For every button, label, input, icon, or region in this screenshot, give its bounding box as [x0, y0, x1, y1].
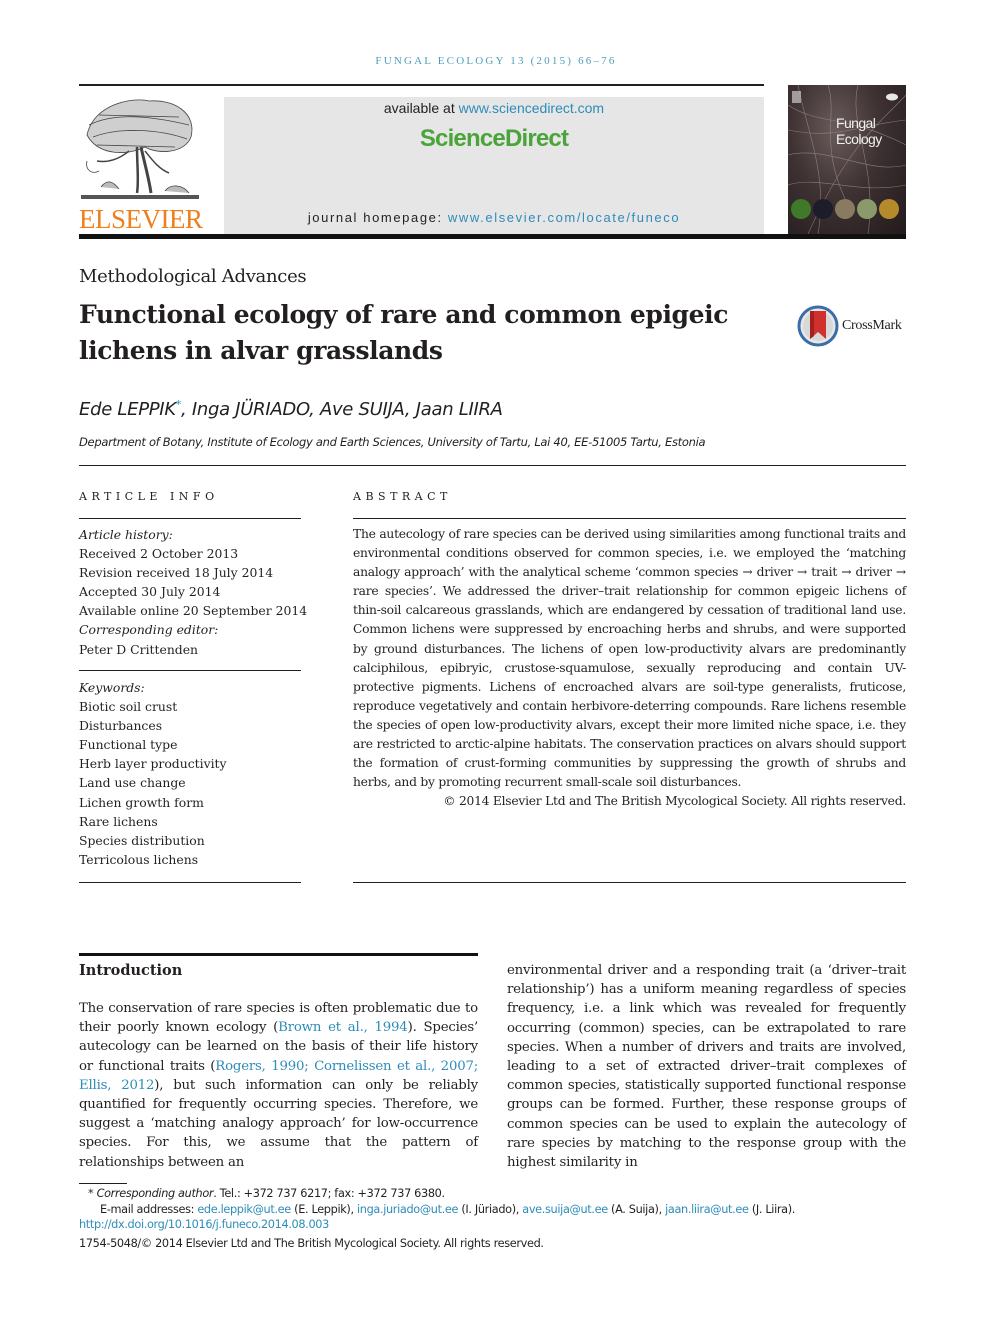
- received-date: Received 2 October 2013: [79, 546, 239, 562]
- sciencedirect-logo[interactable]: ScienceDirect: [224, 125, 764, 153]
- crossmark-icon: [797, 305, 839, 347]
- corresponding-author-label: Corresponding author: [96, 1187, 214, 1200]
- journal-homepage-line: journal homepage: www.elsevier.com/locat…: [224, 210, 764, 225]
- cover-hyphae-texture: [788, 85, 906, 234]
- journal-citation: FUNGAL ECOLOGY 13 (2015) 66–76: [375, 55, 617, 67]
- homepage-prefix: journal homepage:: [307, 210, 448, 225]
- article-info-rule: [79, 518, 301, 520]
- email-link[interactable]: inga.juriado@ut.ee: [357, 1203, 459, 1216]
- email-link[interactable]: ede.leppik@ut.ee: [197, 1203, 291, 1216]
- corresponding-author-note: * Corresponding author. Tel.: +372 737 6…: [79, 1186, 919, 1202]
- email-link[interactable]: ave.suija@ut.ee: [522, 1203, 608, 1216]
- abstract-heading: ABSTRACT: [353, 490, 452, 503]
- section-type: Methodological Advances: [79, 266, 307, 287]
- keywords-rule: [79, 670, 301, 672]
- crossmark-button[interactable]: CrossMark: [797, 305, 902, 347]
- title-line-2: lichens in alvar grasslands: [79, 336, 443, 365]
- introduction-heading: Introduction: [79, 962, 183, 979]
- email-owner: (J. Liira).: [748, 1202, 796, 1216]
- author[interactable]: Ede LEPPIK*: [79, 398, 181, 420]
- article-info-bottom-rule: [79, 882, 301, 884]
- editor-label: Corresponding editor:: [79, 622, 219, 638]
- elsevier-logo[interactable]: ELSEVIER: [79, 95, 203, 235]
- history-label: Article history:: [79, 527, 173, 542]
- revision-date: Revision received 18 July 2014: [79, 565, 274, 581]
- sciencedirect-link[interactable]: www.sciencedirect.com: [459, 100, 605, 116]
- author-separator: ,: [309, 399, 320, 420]
- footnote-rule: [79, 1183, 127, 1184]
- header-thick-rule: [79, 234, 906, 239]
- email-label: E-mail addresses:: [100, 1202, 198, 1216]
- keywords-label: Keywords:: [79, 680, 145, 695]
- author-name: Inga JÜRIADO: [191, 399, 310, 420]
- keyword: Terricolous lichens: [79, 851, 199, 867]
- author[interactable]: Inga JÜRIADO: [191, 399, 310, 420]
- author-list: Ede LEPPIK*, Inga JÜRIADO, Ave SUIJA, Ja…: [79, 398, 503, 420]
- article-history: Article history: Received 2 October 2013…: [79, 525, 309, 659]
- footnotes: * Corresponding author. Tel.: +372 737 6…: [79, 1186, 919, 1251]
- journal-homepage-link[interactable]: www.elsevier.com/locate/funeco: [448, 210, 680, 225]
- author-name: Jaan LIIRA: [415, 399, 503, 420]
- cover-title: Fungal Ecology: [836, 115, 882, 147]
- introduction-rule: [79, 953, 478, 956]
- introduction-right-column: environmental driver and a responding tr…: [507, 961, 906, 1172]
- author-name: Ede LEPPIK: [79, 399, 176, 420]
- crossmark-label: CrossMark: [842, 318, 902, 333]
- header-rule: [79, 84, 764, 86]
- keyword: Disturbances: [79, 718, 163, 734]
- email-addresses: E-mail addresses: ede.leppik@ut.ee (E. L…: [79, 1202, 919, 1218]
- introduction-left-column: The conservation of rare species is ofte…: [79, 999, 478, 1172]
- keyword: Lichen growth form: [79, 794, 204, 810]
- keyword: Herb layer productivity: [79, 756, 227, 772]
- contact-numbers: . Tel.: +372 737 6217; fax: +372 737 638…: [213, 1187, 445, 1200]
- editor-name: Peter D Crittenden: [79, 641, 199, 657]
- keywords-list: Keywords: Biotic soil crust Disturbances…: [79, 678, 309, 869]
- citation-link[interactable]: Brown et al., 1994: [278, 1020, 408, 1035]
- author[interactable]: Ave SUIJA: [320, 399, 405, 420]
- abstract-rule: [353, 518, 906, 520]
- abstract-body: The autecology of rare species can be de…: [353, 527, 906, 790]
- online-date: Available online 20 September 2014: [79, 603, 308, 619]
- article-info-heading: ARTICLE INFO: [79, 490, 219, 503]
- author-separator: ,: [181, 399, 192, 420]
- email-owner: (A. Suija),: [607, 1202, 666, 1216]
- abstract-text: The autecology of rare species can be de…: [353, 525, 906, 811]
- available-at-line: available at www.sciencedirect.com: [224, 100, 764, 116]
- accepted-date: Accepted 30 July 2014: [79, 584, 221, 600]
- affiliation: Department of Botany, Institute of Ecolo…: [79, 435, 706, 449]
- author-name: Ave SUIJA: [319, 399, 405, 420]
- abstract-copyright: © 2014 Elsevier Ltd and The British Myco…: [443, 794, 906, 809]
- email-owner: (I. Jüriado),: [458, 1202, 523, 1216]
- available-prefix: available at: [383, 100, 459, 116]
- intro-text: environmental driver and a responding tr…: [507, 963, 906, 1171]
- cover-title-line1: Fungal: [836, 115, 876, 131]
- title-line-1: Functional ecology of rare and common ep…: [79, 300, 729, 329]
- article-title: Functional ecology of rare and common ep…: [79, 297, 759, 369]
- elsevier-wordmark: ELSEVIER: [79, 204, 203, 234]
- author[interactable]: Jaan LIIRA: [416, 399, 503, 420]
- email-link[interactable]: jaan.liira@ut.ee: [665, 1203, 749, 1216]
- doi-link[interactable]: http://dx.doi.org/10.1016/j.funeco.2014.…: [79, 1218, 329, 1231]
- elsevier-tree-icon: [81, 99, 199, 199]
- keyword: Land use change: [79, 775, 186, 791]
- abstract-bottom-rule: [353, 882, 906, 884]
- keyword: Species distribution: [79, 832, 205, 848]
- author-separator: ,: [404, 399, 416, 420]
- keyword: Rare lichens: [79, 813, 158, 829]
- keyword: Functional type: [79, 737, 178, 753]
- footnote-star: *: [88, 1187, 94, 1200]
- email-owner: (E. Leppik),: [290, 1202, 357, 1216]
- title-block-rule: [79, 465, 906, 467]
- sciencedirect-banner: available at www.sciencedirect.com Scien…: [224, 97, 764, 234]
- cover-title-line2: Ecology: [836, 131, 882, 147]
- keyword: Biotic soil crust: [79, 699, 178, 715]
- journal-cover-image[interactable]: Fungal Ecology: [788, 85, 906, 234]
- issn-copyright: 1754-5048/© 2014 Elsevier Ltd and The Br…: [79, 1236, 544, 1250]
